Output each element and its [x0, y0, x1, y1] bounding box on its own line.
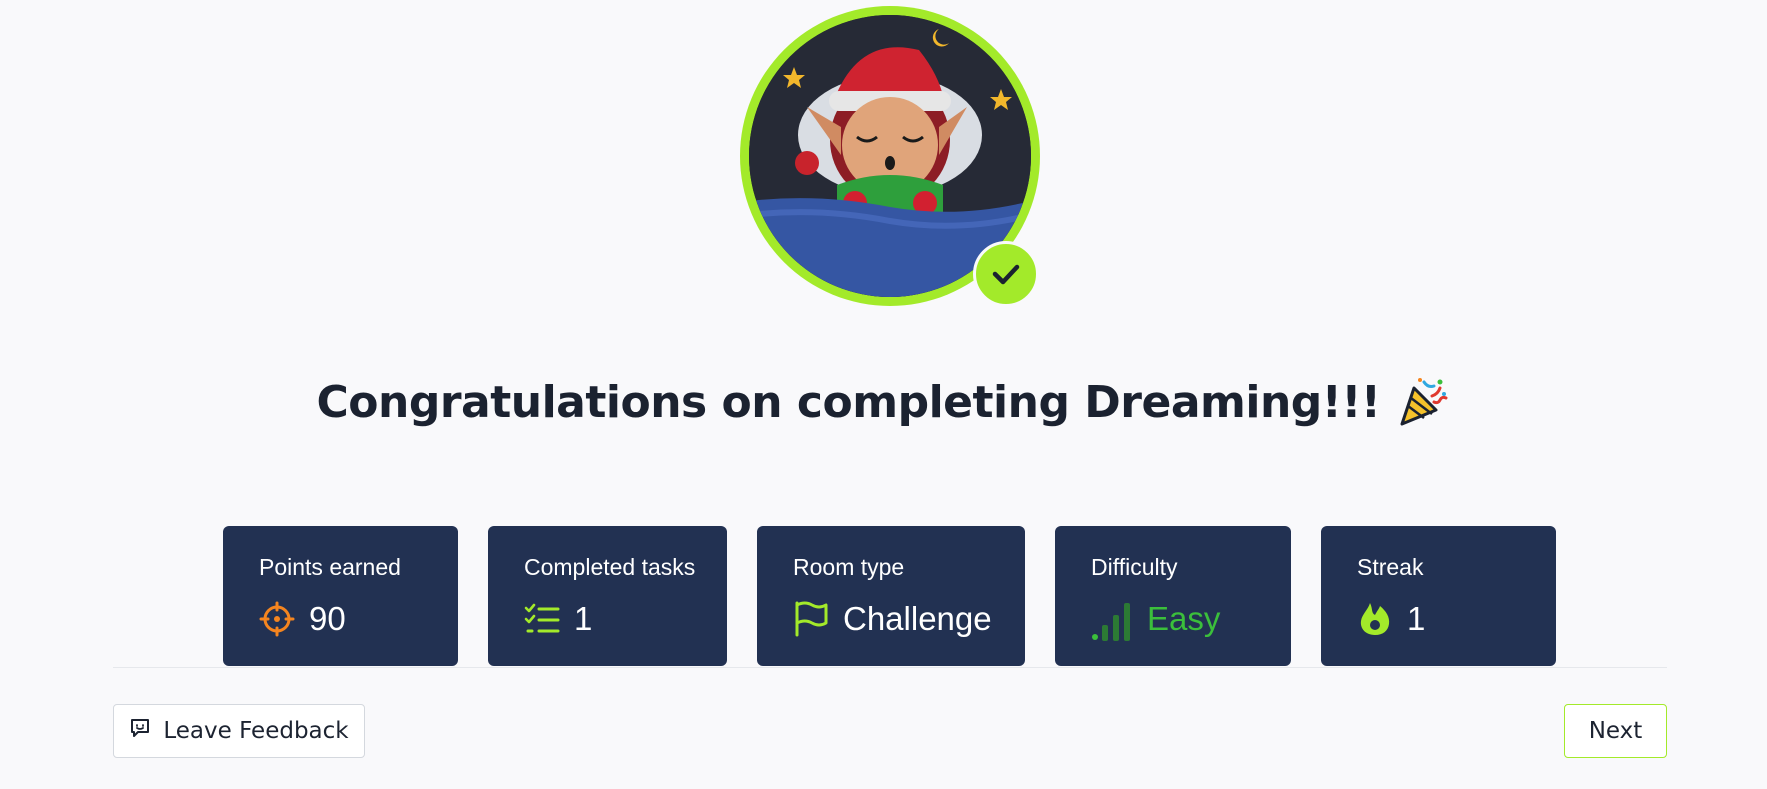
- stat-value: 90: [309, 600, 346, 637]
- stat-card-room-type: Room type Challenge: [757, 526, 1025, 666]
- stat-card-tasks: Completed tasks 1: [488, 526, 727, 666]
- signal-bars-icon: [1091, 601, 1133, 641]
- stat-label: Streak: [1357, 554, 1424, 580]
- divider: [113, 667, 1667, 668]
- completed-check-badge: [973, 241, 1039, 307]
- stat-label: Room type: [793, 554, 905, 580]
- stat-label: Difficulty: [1091, 554, 1178, 580]
- stat-card-points: Points earned 90: [223, 526, 458, 666]
- room-avatar: [740, 6, 1040, 307]
- target-icon: [259, 601, 295, 637]
- stat-card-difficulty: Difficulty Easy: [1055, 526, 1291, 666]
- stat-value: Challenge: [843, 600, 992, 637]
- checkmark-icon: [992, 264, 1020, 285]
- next-button[interactable]: Next: [1564, 704, 1667, 758]
- checklist-icon: [524, 601, 560, 637]
- stat-value: 1: [1407, 600, 1426, 637]
- flame-icon: [1357, 601, 1393, 637]
- page-title: Congratulations on completing Dreaming!!…: [0, 374, 1767, 430]
- flag-icon: [793, 601, 829, 637]
- stat-label: Points earned: [259, 554, 401, 580]
- leave-feedback-label: Leave Feedback: [163, 718, 349, 744]
- stat-card-streak: Streak 1: [1321, 526, 1556, 666]
- next-label: Next: [1588, 718, 1643, 744]
- stat-value: Easy: [1147, 600, 1221, 637]
- party-popper-icon: [1394, 374, 1450, 430]
- stats-row: Points earned 90 Completed tasks 1 Room …: [0, 526, 1767, 666]
- leave-feedback-button[interactable]: Leave Feedback: [113, 704, 365, 758]
- feedback-icon: [129, 717, 151, 745]
- congratulations-text: Congratulations on completing Dreaming!!…: [316, 376, 1381, 428]
- stat-value: 1: [574, 600, 593, 637]
- stat-label: Completed tasks: [524, 554, 696, 580]
